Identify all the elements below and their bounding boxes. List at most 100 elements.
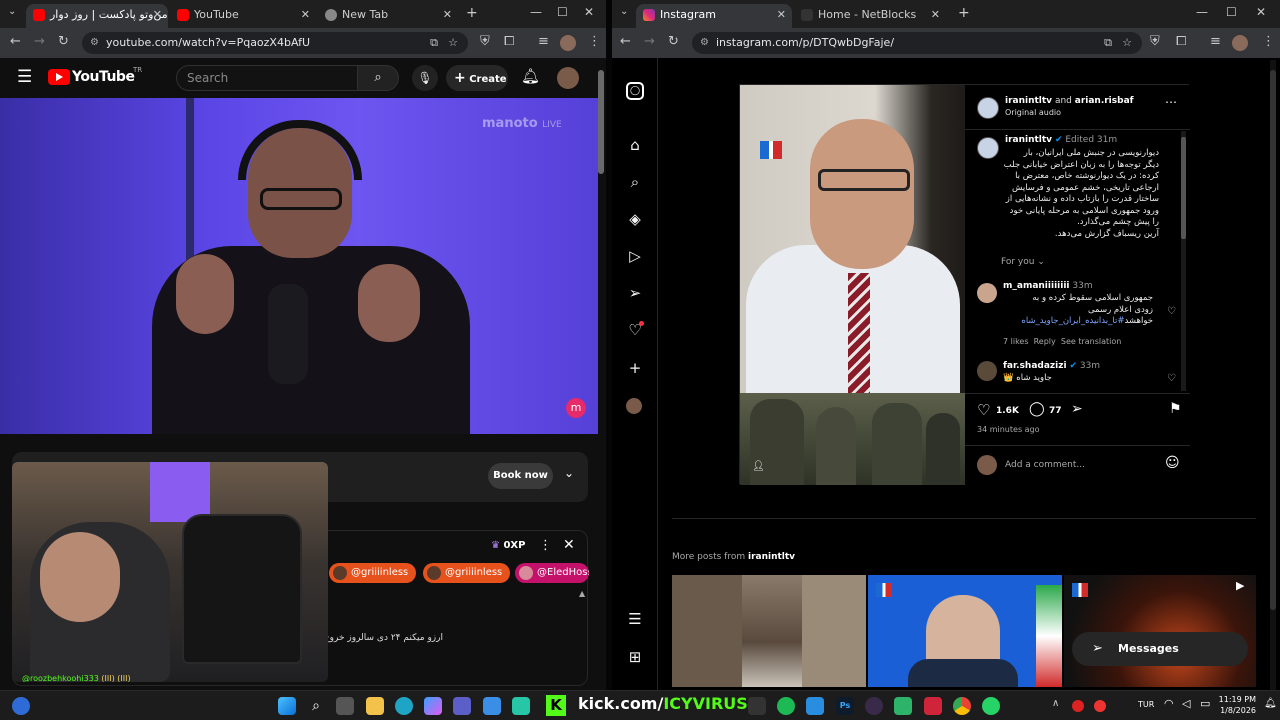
back-icon[interactable]: ←	[620, 34, 631, 49]
reload-icon[interactable]: ↻	[668, 34, 679, 49]
reels-icon[interactable]: ▷	[626, 247, 644, 265]
forward-icon[interactable]: →	[644, 34, 655, 49]
app-icon[interactable]	[894, 697, 912, 715]
search-icon[interactable]: ⌕	[626, 173, 644, 191]
media-control-icon[interactable]: ≡	[538, 34, 549, 49]
author-link[interactable]: iranintltv	[1005, 96, 1052, 106]
chat-scroll-up-icon[interactable]: ▲	[579, 589, 585, 598]
whatsapp-icon[interactable]	[982, 697, 1000, 715]
comments-scroll-thumb[interactable]	[1181, 137, 1186, 239]
chevron-down-icon[interactable]: ⌄	[564, 466, 574, 480]
tab-instagram[interactable]: Instagram ✕	[636, 4, 792, 28]
app-icon[interactable]	[924, 697, 942, 715]
profile-avatar[interactable]	[1232, 35, 1248, 51]
app-icon[interactable]	[748, 697, 766, 715]
more-post-thumb-1[interactable]	[672, 575, 866, 687]
also-from-meta-icon[interactable]: ⊞	[626, 648, 644, 666]
maximize-icon[interactable]: ☐	[557, 5, 568, 19]
forward-icon[interactable]: →	[34, 34, 45, 49]
search-icon[interactable]: ⌕	[357, 65, 399, 91]
create-button[interactable]: + Create	[446, 65, 508, 91]
close-tab-icon[interactable]: ✕	[777, 4, 786, 26]
comments-scrollbar[interactable]	[1181, 131, 1186, 391]
comment-user[interactable]: m_amaniiiiiiii	[1003, 281, 1070, 291]
media-control-icon[interactable]: ≡	[1210, 34, 1221, 49]
chrome-icon[interactable]	[953, 697, 971, 715]
tray-app-icon[interactable]	[1072, 700, 1084, 712]
close-window-icon[interactable]: ✕	[1256, 5, 1266, 19]
emoji-picker-icon[interactable]: ☺	[1165, 455, 1180, 471]
like-heart-icon[interactable]: ♡	[977, 401, 990, 419]
for-you-toggle[interactable]: For you ⌄	[1001, 257, 1045, 267]
post-media[interactable]: 👤︎	[740, 85, 965, 485]
extensions-icon[interactable]: ⧠	[504, 34, 514, 49]
file-explorer-icon[interactable]	[366, 697, 384, 715]
comment-user[interactable]: far.shadazizi	[1003, 361, 1067, 371]
scroll-thumb[interactable]	[1270, 70, 1276, 610]
tab-youtube[interactable]: YouTube ✕	[170, 4, 316, 28]
obs-icon[interactable]	[865, 697, 883, 715]
site-info-icon[interactable]: ⚙	[90, 32, 99, 54]
close-tab-icon[interactable]: ✕	[931, 4, 940, 26]
close-tab-icon[interactable]: ✕	[301, 4, 310, 26]
share-icon[interactable]: ➢	[1071, 401, 1083, 417]
menu-kebab-icon[interactable]: ⋮	[588, 34, 601, 49]
shield-icon[interactable]: ⛨	[480, 34, 490, 49]
bookmark-star-icon[interactable]: ☆	[448, 32, 458, 54]
url-field[interactable]: ⚙ youtube.com/watch?v=PqaozX4bAfU ⧉ ☆	[82, 32, 468, 54]
coauthor-link[interactable]: arian.risbaf	[1075, 96, 1134, 106]
back-icon[interactable]: ←	[10, 34, 21, 49]
more-post-thumb-3[interactable]: ▶	[1064, 575, 1256, 687]
author-avatar[interactable]	[977, 97, 999, 119]
volume-icon[interactable]: ◁	[1182, 697, 1190, 710]
shield-icon[interactable]: ⛨	[1150, 34, 1160, 49]
close-tab-icon[interactable]: ✕	[443, 4, 452, 26]
book-now-button[interactable]: Book now	[488, 463, 553, 489]
like-comment-heart-icon[interactable]: ♡	[1167, 306, 1176, 317]
wifi-icon[interactable]: ◠	[1164, 697, 1174, 710]
close-chat-icon[interactable]: ✕	[563, 537, 575, 553]
add-comment-input[interactable]: Add a comment...	[1005, 457, 1155, 473]
more-posts-user[interactable]: iranintltv	[748, 552, 795, 562]
like-comment-heart-icon[interactable]: ♡	[1167, 373, 1176, 384]
url-field[interactable]: ⚙ instagram.com/p/DTQwbDgFaje/ ⧉ ☆	[692, 32, 1142, 54]
hamburger-menu-icon[interactable]: ☰	[17, 67, 32, 87]
bookmark-star-icon[interactable]: ☆	[1122, 32, 1132, 54]
tab-manoto[interactable]: من‌وتو پادکست | روز دوار ✕	[26, 4, 168, 28]
maximize-icon[interactable]: ☐	[1226, 5, 1237, 19]
comment-hashtag[interactable]: #تا_بدانیده_ایران_جاوید_شاه	[1021, 316, 1124, 326]
more-options-icon[interactable]: ⋯	[1165, 95, 1177, 109]
tab-search-button[interactable]: ⌄	[8, 6, 16, 17]
teams-icon[interactable]	[453, 697, 471, 715]
notification-bell-icon[interactable]: 🔔︎	[1264, 698, 1277, 709]
page-scrollbar[interactable]	[1270, 60, 1276, 690]
page-scrollbar[interactable]	[598, 70, 604, 174]
explore-compass-icon[interactable]: ◈	[626, 210, 644, 228]
youtube-search-input[interactable]: Search	[176, 65, 358, 91]
minimize-icon[interactable]: —	[530, 5, 542, 19]
battery-icon[interactable]: ▭	[1200, 697, 1210, 710]
microphone-icon[interactable]: 🎙	[412, 65, 438, 91]
site-info-icon[interactable]: ⚙	[700, 32, 709, 54]
save-bookmark-icon[interactable]: ⚑	[1169, 401, 1182, 417]
new-tab-icon[interactable]: +	[466, 5, 478, 21]
app-icon[interactable]	[512, 697, 530, 715]
menu-kebab-icon[interactable]: ⋮	[1262, 34, 1275, 49]
copilot-icon[interactable]	[424, 697, 442, 715]
tab-new-tab[interactable]: New Tab ✕	[318, 4, 458, 28]
profile-avatar[interactable]	[626, 398, 642, 414]
xp-badge[interactable]: ♛ 0XP	[491, 540, 525, 551]
chat-tag-2[interactable]: @griiiinless	[423, 563, 511, 583]
notifications-bell-icon[interactable]: 🔔︎	[521, 67, 540, 85]
see-translation-link[interactable]: See translation	[1061, 337, 1121, 346]
search-icon[interactable]: ⌕	[307, 697, 325, 715]
home-icon[interactable]: ⌂	[626, 136, 644, 154]
tray-app-icon[interactable]	[1094, 700, 1106, 712]
more-menu-icon[interactable]: ☰	[626, 610, 644, 628]
commenter-avatar[interactable]	[977, 283, 997, 303]
new-tab-icon[interactable]: +	[958, 5, 970, 21]
task-view-icon[interactable]	[336, 697, 354, 715]
notifications-heart-icon[interactable]: ♡	[626, 321, 644, 339]
chat-options-icon[interactable]: ⋮	[539, 538, 552, 553]
more-post-thumb-2[interactable]	[868, 575, 1062, 687]
